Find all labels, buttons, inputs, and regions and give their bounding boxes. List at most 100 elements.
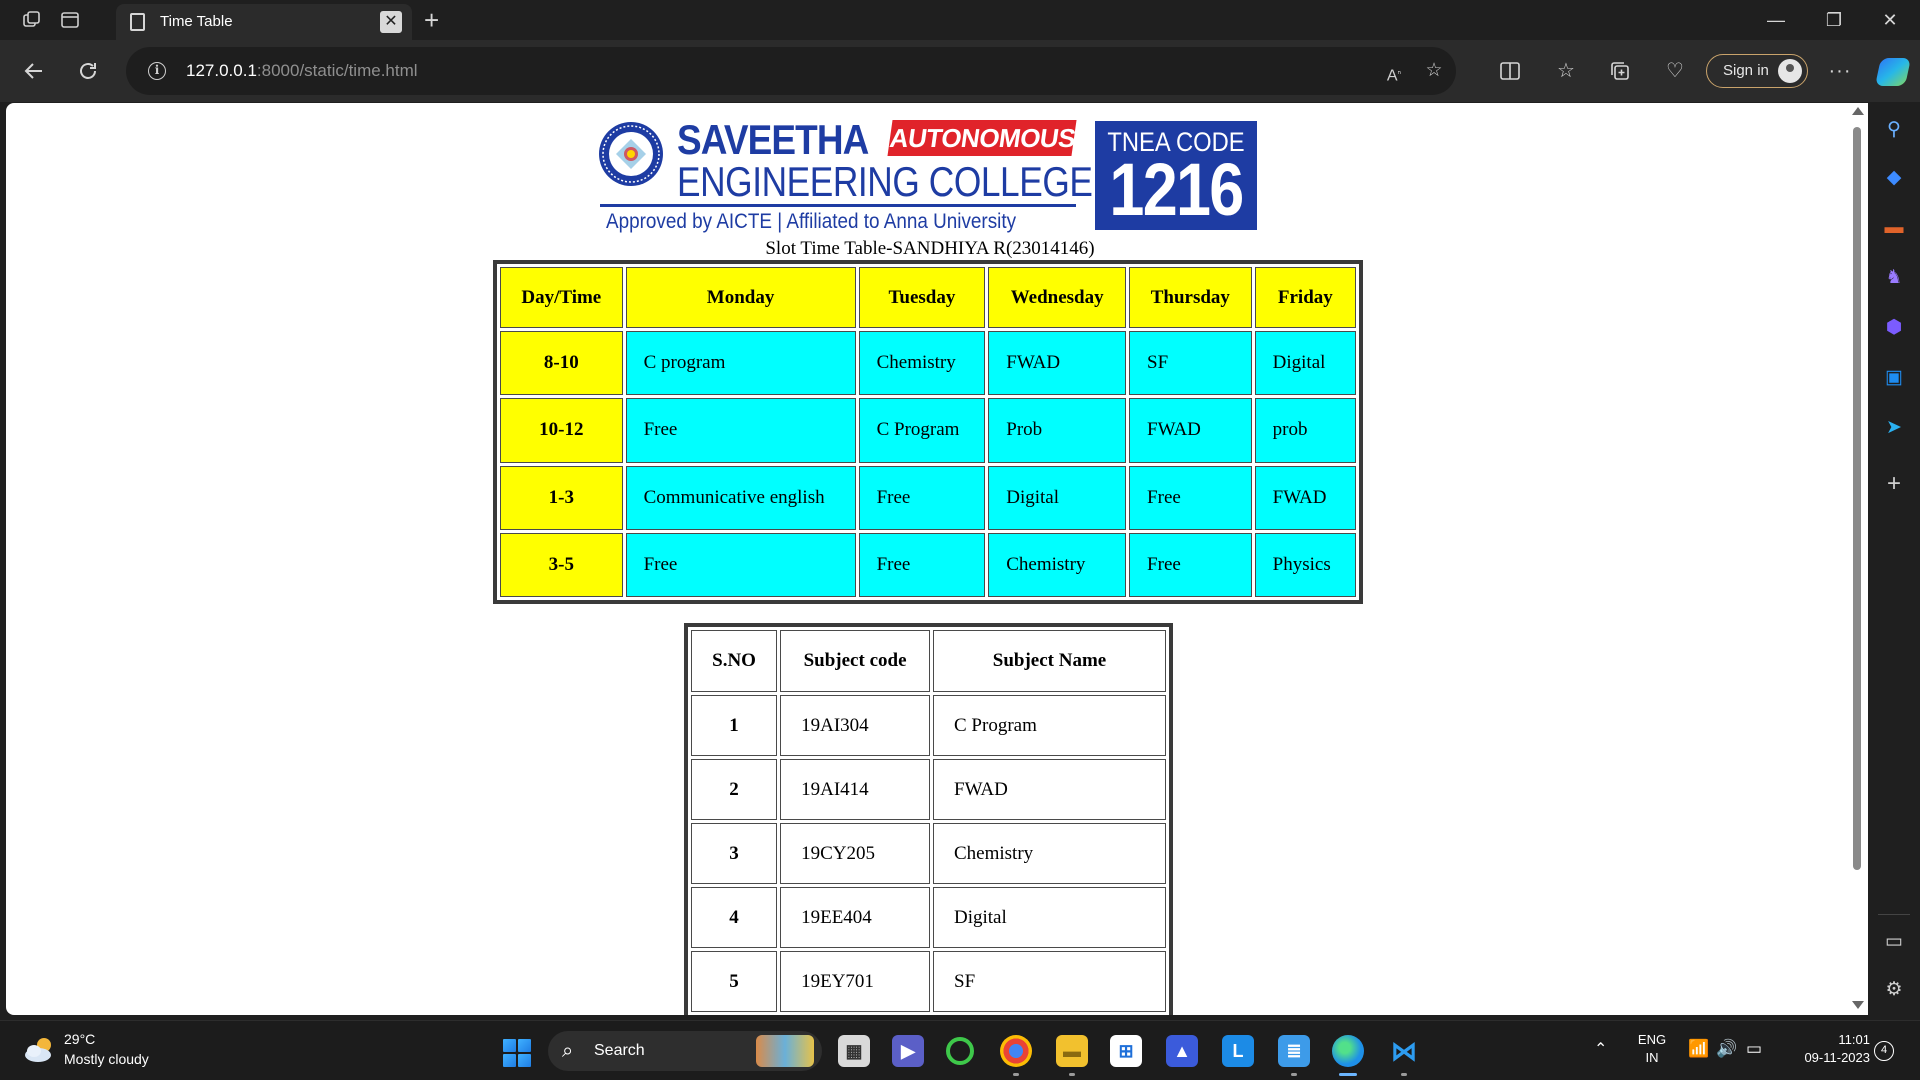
- subject-code-cell: 19EE404: [780, 887, 930, 948]
- browser-essentials-icon[interactable]: ♡: [1661, 57, 1689, 85]
- subjects-header-row: S.NO Subject code Subject Name: [691, 630, 1166, 692]
- task-view-icon[interactable]: ▦: [838, 1035, 870, 1067]
- language-indicator[interactable]: ENG IN: [1636, 1031, 1668, 1067]
- close-window-icon[interactable]: ✕: [1870, 6, 1910, 34]
- browser-toolbar: i 127.0.0.1:8000/static/time.html Aₙ ☆ ☆…: [0, 40, 1920, 102]
- sno-cell: 2: [691, 759, 778, 820]
- shopping-tag-icon[interactable]: ◆: [1881, 165, 1907, 191]
- table-cell: Communicative english: [625, 465, 856, 530]
- back-arrow-icon[interactable]: [18, 55, 50, 87]
- table-cell: Digital: [1254, 331, 1356, 396]
- table-cell: Chemistry: [988, 532, 1127, 597]
- table-cell: Free: [858, 532, 986, 597]
- sidebar-settings-gear-icon[interactable]: ⚙: [1881, 977, 1907, 1003]
- slot-cell: 8-10: [500, 331, 623, 396]
- file-explorer-icon[interactable]: ▬: [1056, 1035, 1088, 1067]
- outlook-icon[interactable]: ▣: [1881, 365, 1907, 391]
- notepad-icon[interactable]: ≣: [1278, 1035, 1310, 1067]
- system-clock[interactable]: 11:01 09-11-2023: [1780, 1031, 1870, 1067]
- table-row: 5 19EY701 SF: [691, 951, 1166, 1012]
- minimize-icon[interactable]: —: [1756, 6, 1796, 34]
- drop-icon[interactable]: ➤: [1881, 415, 1907, 441]
- tab-time-table[interactable]: Time Table ✕: [116, 4, 412, 40]
- microsoft-365-icon[interactable]: ⬢: [1881, 315, 1907, 341]
- add-sidebar-app-icon[interactable]: +: [1881, 471, 1907, 497]
- search-highlight-icon: [756, 1035, 814, 1067]
- table-cell: Free: [858, 465, 986, 530]
- college-logo: SAVEETHA AUTONOMOUS ENGINEERING COLLEGE …: [598, 118, 1262, 240]
- header-cell: Tuesday: [858, 267, 986, 328]
- logo-college-name: SAVEETHA: [677, 116, 869, 163]
- site-info-icon[interactable]: i: [148, 62, 166, 80]
- battery-icon[interactable]: ▭: [1746, 1039, 1762, 1059]
- edge-icon[interactable]: [1332, 1035, 1364, 1067]
- windows-start-icon[interactable]: [503, 1039, 531, 1067]
- table-cell: C Program: [858, 398, 986, 463]
- more-options-icon[interactable]: ···: [1826, 57, 1854, 85]
- table-cell: Free: [625, 532, 856, 597]
- table-row: 1 19AI304 C Program: [691, 695, 1166, 756]
- favorites-icon[interactable]: ☆: [1552, 57, 1580, 85]
- taskbar-search[interactable]: ⌕ Search: [548, 1031, 822, 1071]
- search-icon[interactable]: ⚲: [1881, 117, 1907, 143]
- teams-meet-icon[interactable]: ▶: [892, 1035, 924, 1067]
- volume-icon[interactable]: 🔊: [1716, 1039, 1737, 1059]
- address-bar[interactable]: i 127.0.0.1:8000/static/time.html Aₙ ☆: [126, 47, 1456, 95]
- url-text[interactable]: 127.0.0.1:8000/static/time.html: [186, 61, 418, 81]
- hide-sidebar-icon[interactable]: ▭: [1881, 929, 1907, 955]
- slot-cell: 3-5: [500, 532, 623, 597]
- scroll-up-arrow-icon[interactable]: [1852, 107, 1864, 115]
- notification-count-badge[interactable]: 4: [1874, 1041, 1894, 1061]
- arc-app-icon[interactable]: ▲: [1166, 1035, 1198, 1067]
- green-ring-app-icon[interactable]: [946, 1037, 974, 1065]
- header-cell: Subject Name: [933, 630, 1166, 692]
- tools-icon[interactable]: ▬: [1881, 215, 1907, 241]
- table-cell: SF: [1129, 331, 1252, 396]
- table-cell: FWAD: [1254, 465, 1356, 530]
- copilot-icon[interactable]: [1875, 58, 1911, 86]
- sign-in-button[interactable]: Sign in: [1706, 54, 1808, 88]
- sidebar-divider: [1878, 914, 1910, 915]
- table-row: 1-3 Communicative english Free Digital F…: [500, 465, 1356, 530]
- sno-cell: 4: [691, 887, 778, 948]
- slot-cell: 1-3: [500, 465, 623, 530]
- college-seal-icon: [599, 122, 663, 186]
- games-icon[interactable]: ♞: [1881, 265, 1907, 291]
- header-cell: Monday: [625, 267, 856, 328]
- scroll-thumb[interactable]: [1853, 127, 1861, 870]
- weather-description[interactable]: Mostly cloudy: [64, 1051, 149, 1067]
- header-cell: S.NO: [691, 630, 778, 692]
- wifi-icon[interactable]: 📶: [1688, 1039, 1709, 1059]
- subject-name-cell: Chemistry: [933, 823, 1166, 884]
- tab-actions-icon[interactable]: [58, 8, 82, 32]
- l-app-icon[interactable]: L: [1222, 1035, 1254, 1067]
- show-hidden-icons-chevron-icon[interactable]: ⌃: [1594, 1039, 1607, 1059]
- clock-time: 11:01: [1838, 1032, 1870, 1047]
- microsoft-store-icon[interactable]: ⊞: [1110, 1035, 1142, 1067]
- close-tab-icon[interactable]: ✕: [380, 11, 402, 33]
- table-cell: Free: [1129, 532, 1252, 597]
- url-path: :8000/static/time.html: [256, 61, 418, 80]
- favorite-star-icon[interactable]: ☆: [1422, 59, 1446, 83]
- scroll-down-arrow-icon[interactable]: [1852, 1001, 1864, 1009]
- new-tab-icon[interactable]: +: [424, 6, 439, 34]
- restore-icon[interactable]: ❐: [1814, 6, 1854, 34]
- collections-icon[interactable]: [1606, 57, 1634, 85]
- split-screen-icon[interactable]: [1496, 57, 1524, 85]
- page-scrollbar[interactable]: [1848, 103, 1866, 1015]
- language-code: ENG: [1637, 1032, 1667, 1047]
- read-aloud-icon[interactable]: Aₙ: [1382, 59, 1406, 84]
- caption-text: Slot Time Table-SANDHIYA R(23014146): [765, 238, 1095, 259]
- vscode-icon[interactable]: ⋈: [1388, 1035, 1420, 1067]
- region-code: IN: [1645, 1050, 1659, 1065]
- subject-code-cell: 19CY205: [780, 823, 930, 884]
- slot-timetable: Day/Time Monday Tuesday Wednesday Thursd…: [493, 260, 1363, 604]
- header-cell: Friday: [1254, 267, 1356, 328]
- page-viewport: SAVEETHA AUTONOMOUS ENGINEERING COLLEGE …: [6, 103, 1868, 1015]
- weather-temperature[interactable]: 29°C: [64, 1031, 95, 1047]
- chrome-icon[interactable]: [1000, 1035, 1032, 1067]
- workspaces-icon[interactable]: [20, 8, 44, 32]
- url-host: 127.0.0.1: [186, 61, 257, 80]
- refresh-icon[interactable]: [72, 55, 104, 87]
- weather-cloud-icon[interactable]: [22, 1035, 56, 1065]
